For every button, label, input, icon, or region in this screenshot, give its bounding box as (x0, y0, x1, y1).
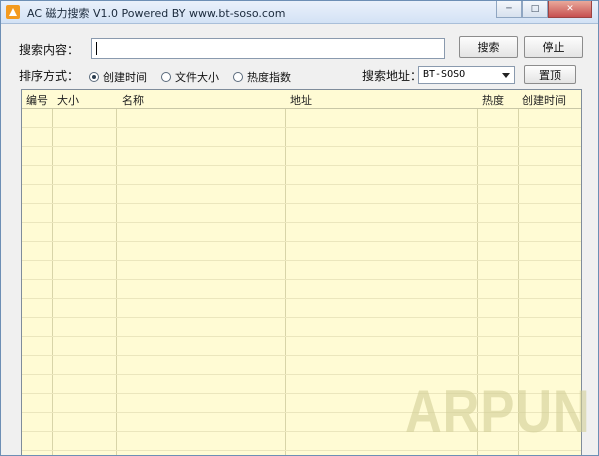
sort-options: 创建时间 文件大小 热度指数 (89, 69, 305, 85)
minimize-button[interactable]: ─ (496, 1, 522, 18)
radio-unchecked-icon[interactable] (233, 72, 243, 82)
column-header-address[interactable]: 地址 (290, 92, 312, 108)
row-gridline (22, 260, 581, 261)
sort-option-popularity[interactable]: 热度指数 (233, 69, 291, 85)
title-bar[interactable]: AC 磁力搜索 V1.0 Powered BY www.bt-soso.com … (1, 1, 598, 24)
source-select[interactable]: BT-SOSO (418, 66, 515, 84)
search-button[interactable]: 搜索 (459, 36, 518, 58)
pin-top-button[interactable]: 置顶 (524, 65, 576, 84)
column-divider[interactable] (52, 90, 53, 455)
row-gridline (22, 317, 581, 318)
window-controls: ─ □ ✕ (496, 1, 592, 19)
radio-checked-icon[interactable] (89, 72, 99, 82)
row-gridline (22, 298, 581, 299)
row-gridline (22, 222, 581, 223)
row-gridline (22, 127, 581, 128)
main-window: AC 磁力搜索 V1.0 Powered BY www.bt-soso.com … (0, 0, 599, 456)
row-gridline (22, 165, 581, 166)
search-input[interactable] (91, 38, 445, 59)
maximize-button[interactable]: □ (522, 1, 548, 18)
table-header: 编号 大小 名称 地址 热度 创建时间 (22, 90, 581, 109)
stop-button[interactable]: 停止 (524, 36, 583, 58)
column-header-id[interactable]: 编号 (26, 92, 48, 108)
row-gridline (22, 241, 581, 242)
column-divider[interactable] (116, 90, 117, 455)
row-gridline (22, 374, 581, 375)
column-header-name[interactable]: 名称 (122, 92, 144, 108)
sort-option-label: 热度指数 (247, 71, 291, 84)
text-caret (96, 42, 97, 55)
column-header-popularity[interactable]: 热度 (482, 92, 504, 108)
source-select-value: BT-SOSO (423, 69, 466, 80)
source-label: 搜索地址： (362, 69, 423, 83)
column-header-created-time[interactable]: 创建时间 (522, 92, 566, 108)
app-logo-icon (6, 5, 20, 19)
row-gridline (22, 146, 581, 147)
row-gridline (22, 336, 581, 337)
row-gridline (22, 203, 581, 204)
row-gridline (22, 279, 581, 280)
chevron-down-icon[interactable] (502, 73, 510, 78)
search-content-label: 搜索内容： (19, 43, 80, 57)
window-title: AC 磁力搜索 V1.0 Powered BY www.bt-soso.com (27, 7, 286, 20)
sort-label: 排序方式： (19, 69, 80, 83)
close-button[interactable]: ✕ (548, 1, 592, 18)
sort-option-label: 文件大小 (175, 71, 219, 84)
column-header-size[interactable]: 大小 (57, 92, 79, 108)
radio-unchecked-icon[interactable] (161, 72, 171, 82)
sort-option-file-size[interactable]: 文件大小 (161, 69, 219, 85)
watermark-logo: ARPUN (405, 378, 591, 445)
row-gridline (22, 450, 581, 451)
row-gridline (22, 355, 581, 356)
sort-option-label: 创建时间 (103, 71, 147, 84)
sort-option-created-time[interactable]: 创建时间 (89, 69, 147, 85)
column-divider[interactable] (285, 90, 286, 455)
row-gridline (22, 184, 581, 185)
